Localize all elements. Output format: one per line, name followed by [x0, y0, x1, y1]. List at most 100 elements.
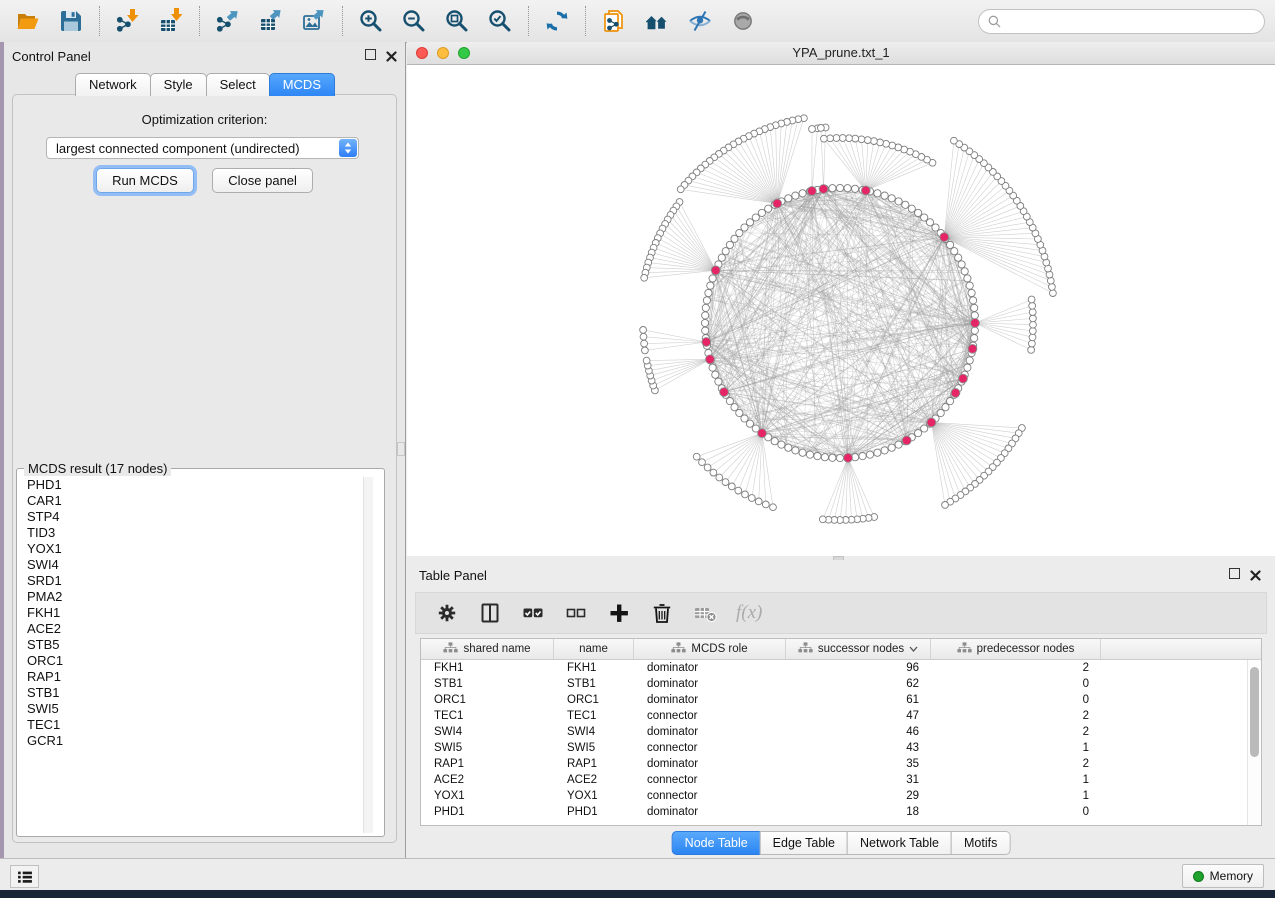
graph-node[interactable] [908, 205, 915, 212]
cell-shared-name[interactable]: PHD1 [421, 806, 554, 818]
graph-node[interactable] [702, 327, 709, 334]
graph-node[interactable] [703, 297, 710, 304]
graph-node[interactable] [731, 404, 738, 411]
graph-node[interactable] [742, 491, 749, 498]
window-maximize-button[interactable] [458, 47, 470, 59]
graph-hub-node[interactable] [706, 355, 715, 364]
graph-node[interactable] [821, 135, 828, 142]
cell-mcds-role[interactable]: dominator [634, 694, 786, 706]
show-columns-icon[interactable] [478, 601, 502, 625]
graph-node[interactable] [951, 137, 958, 144]
graph-node[interactable] [1049, 284, 1056, 291]
cell-shared-name[interactable]: FKH1 [421, 662, 554, 674]
cell-predecessor-nodes[interactable]: 2 [931, 726, 1101, 738]
cell-shared-name[interactable]: ACE2 [421, 774, 554, 786]
graph-node[interactable] [971, 312, 978, 319]
table-float-window-icon[interactable] [1229, 568, 1240, 579]
window-close-button[interactable] [416, 47, 428, 59]
mcds-list-scrollbar[interactable] [363, 477, 373, 833]
mcds-result-item[interactable]: PMA2 [19, 589, 382, 605]
cell-shared-name[interactable]: RAP1 [421, 758, 554, 770]
graph-node[interactable] [888, 195, 895, 202]
graph-node[interactable] [702, 312, 709, 319]
graph-node[interactable] [701, 319, 708, 326]
hide-selected-icon[interactable] [687, 8, 713, 34]
graph-node[interactable] [752, 214, 759, 221]
graph-node[interactable] [1029, 309, 1036, 316]
graph-node[interactable] [814, 453, 821, 460]
graph-node[interactable] [895, 441, 902, 448]
graph-node[interactable] [705, 289, 712, 296]
zoom-fit-icon[interactable] [444, 8, 470, 34]
optimization-criterion-select[interactable]: largest connected component (undirected) [46, 137, 359, 159]
graph-node[interactable] [852, 185, 859, 192]
graph-node[interactable] [902, 201, 909, 208]
mcds-result-item[interactable]: TEC1 [19, 717, 382, 733]
graph-node[interactable] [735, 487, 742, 494]
cell-successor-nodes[interactable]: 29 [786, 790, 931, 802]
table-row[interactable]: ORC1ORC1dominator610 [421, 692, 1261, 708]
graph-node[interactable] [915, 209, 922, 216]
graph-hub-node[interactable] [971, 319, 980, 328]
graph-node[interactable] [758, 209, 765, 216]
graph-node[interactable] [881, 192, 888, 199]
graph-node[interactable] [640, 327, 647, 334]
cell-name[interactable]: TEC1 [554, 710, 634, 722]
save-session-icon[interactable] [58, 8, 84, 34]
cell-predecessor-nodes[interactable]: 2 [931, 662, 1101, 674]
zoom-in-icon[interactable] [358, 8, 384, 34]
cell-predecessor-nodes[interactable]: 1 [931, 742, 1101, 754]
graph-node[interactable] [755, 498, 762, 505]
cell-mcds-role[interactable]: dominator [634, 726, 786, 738]
graph-node[interactable] [951, 248, 958, 255]
graph-node[interactable] [722, 479, 729, 486]
cell-name[interactable]: YOX1 [554, 790, 634, 802]
cell-shared-name[interactable]: SWI5 [421, 742, 554, 754]
cell-shared-name[interactable]: TEC1 [421, 710, 554, 722]
close-panel-button[interactable]: Close panel [212, 168, 313, 193]
cell-name[interactable]: ACE2 [554, 774, 634, 786]
show-all-icon[interactable] [730, 8, 756, 34]
graph-node[interactable] [829, 454, 836, 461]
first-neighbors-icon[interactable] [644, 8, 670, 34]
column-header-mcds-role[interactable]: MCDS role [634, 639, 786, 659]
mcds-result-item[interactable]: STB1 [19, 685, 382, 701]
cell-name[interactable]: SWI4 [554, 726, 634, 738]
graph-node[interactable] [785, 444, 792, 451]
graph-hub-node[interactable] [844, 453, 853, 462]
graph-node[interactable] [839, 135, 846, 142]
graph-node[interactable] [702, 304, 709, 311]
graph-node[interactable] [836, 184, 843, 191]
graph-node[interactable] [833, 135, 840, 142]
graph-node[interactable] [818, 125, 825, 132]
graph-node[interactable] [871, 138, 878, 145]
export-network-icon[interactable] [215, 8, 241, 34]
search-box[interactable] [978, 9, 1265, 34]
graph-hub-node[interactable] [959, 374, 968, 383]
tab-node-table[interactable]: Node Table [672, 831, 761, 855]
graph-node[interactable] [709, 364, 716, 371]
delete-icon[interactable] [650, 601, 674, 625]
run-mcds-button[interactable]: Run MCDS [96, 168, 194, 193]
export-table-icon[interactable] [258, 8, 284, 34]
graph-node[interactable] [762, 501, 769, 508]
graph-node[interactable] [785, 195, 792, 202]
graph-node[interactable] [710, 469, 717, 476]
mcds-result-item[interactable]: TID3 [19, 525, 382, 541]
cell-successor-nodes[interactable]: 18 [786, 806, 931, 818]
new-network-from-selection-icon[interactable] [601, 8, 627, 34]
graph-hub-node[interactable] [773, 199, 782, 208]
graph-hub-node[interactable] [808, 187, 817, 196]
cell-mcds-role[interactable]: connector [634, 742, 786, 754]
graph-node[interactable] [958, 261, 965, 268]
cell-name[interactable]: RAP1 [554, 758, 634, 770]
cell-mcds-role[interactable]: dominator [634, 662, 786, 674]
mcds-result-item[interactable]: FKH1 [19, 605, 382, 621]
graph-node[interactable] [722, 248, 729, 255]
graph-node[interactable] [921, 425, 928, 432]
cell-name[interactable]: PHD1 [554, 806, 634, 818]
network-graph[interactable] [407, 65, 1275, 556]
table-row[interactable]: PHD1PHD1dominator180 [421, 804, 1261, 820]
cell-name[interactable]: STB1 [554, 678, 634, 690]
mcds-result-item[interactable]: ORC1 [19, 653, 382, 669]
